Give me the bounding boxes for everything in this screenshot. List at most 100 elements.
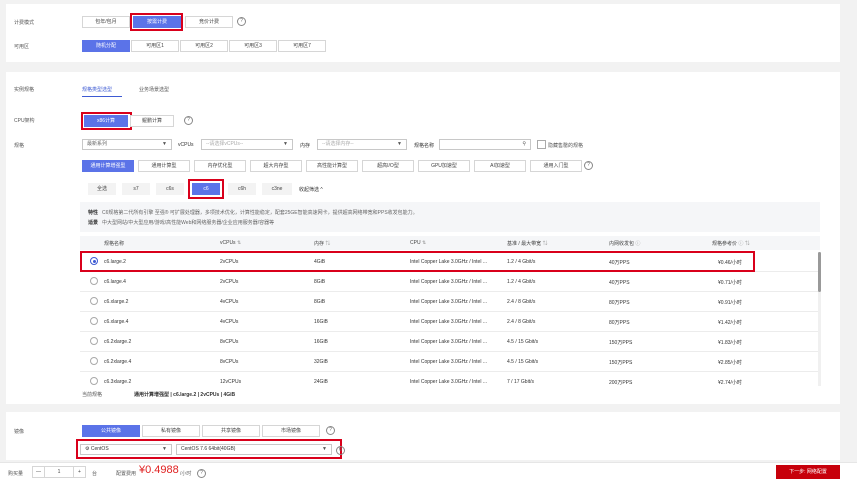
- row-vcpus: 4vCPUs: [220, 299, 239, 305]
- table-row[interactable]: c6.large.2 2vCPUs 4GiB Intel Copper Lake…: [80, 252, 820, 272]
- row-radio[interactable]: [90, 257, 98, 265]
- category-ai[interactable]: AI加速型: [474, 160, 526, 172]
- row-price: ¥2.74/小时: [718, 380, 742, 386]
- row-radio[interactable]: [90, 297, 98, 305]
- row-vcpus: 4vCPUs: [220, 319, 239, 325]
- help-icon: ⓘ: [635, 241, 641, 247]
- category-general-enhanced[interactable]: 通用计算增强型: [82, 160, 134, 172]
- chevron-down-icon: ▼: [322, 446, 327, 452]
- spec-name-input[interactable]: ⚲: [439, 139, 531, 150]
- zone-option-1[interactable]: 可用区1: [131, 40, 179, 52]
- column-header-pps[interactable]: 内网收发包 ⓘ: [609, 240, 640, 247]
- row-radio[interactable]: [90, 317, 98, 325]
- fee-unit: /小时: [180, 471, 192, 477]
- subfamily-c3ne[interactable]: c3ne: [262, 183, 292, 195]
- table-row[interactable]: c6.xlarge.4 4vCPUs 16GiB Intel Copper La…: [80, 312, 820, 332]
- collapse-filter-link[interactable]: 收起筛选 ^: [299, 186, 323, 193]
- row-radio[interactable]: [90, 277, 98, 285]
- row-radio[interactable]: [90, 377, 98, 385]
- column-header-memory[interactable]: 内存 ⇅: [314, 240, 330, 247]
- column-header-cpu-label: CPU: [410, 240, 421, 246]
- table-row[interactable]: c6.2xlarge.2 8vCPUs 16GiB Intel Copper L…: [80, 332, 820, 352]
- row-cpu: Intel Copper Lake 3.0GHz / Intel ...: [410, 379, 487, 385]
- quantity-plus-button[interactable]: +: [73, 466, 86, 478]
- next-network-config-button[interactable]: 下一步: 网络配置: [776, 465, 840, 479]
- row-pps: 40万PPS: [609, 280, 630, 286]
- image-tab-shared[interactable]: 共享镜像: [202, 425, 260, 437]
- category-general[interactable]: 通用计算型: [138, 160, 190, 172]
- vcpus-select[interactable]: --请选择vCPUs-- ▼: [201, 139, 293, 150]
- column-header-price[interactable]: 规格参考价 ⓘ ⇅: [712, 240, 750, 247]
- column-header-name: 规格名称: [104, 241, 125, 247]
- sort-icon: ⇅: [744, 241, 750, 247]
- cpu-arch-kunpeng[interactable]: 鲲鹏计算: [130, 115, 174, 127]
- chevron-down-icon: ▼: [283, 141, 288, 147]
- quantity-unit: 台: [92, 471, 98, 477]
- row-radio[interactable]: [90, 337, 98, 345]
- zone-option-3[interactable]: 可用区3: [229, 40, 277, 52]
- row-cpu: Intel Copper Lake 3.0GHz / Intel ...: [410, 299, 487, 305]
- column-header-bandwidth[interactable]: 基准 / 最大带宽 ⇅: [507, 240, 548, 247]
- row-vcpus: 2vCPUs: [220, 279, 239, 285]
- memory-select[interactable]: --请选择内存-- ▼: [317, 139, 407, 150]
- row-spec-name: c6.3xlarge.2: [104, 379, 132, 385]
- table-row[interactable]: c6.xlarge.2 4vCPUs 8GiB Intel Copper Lak…: [80, 292, 820, 312]
- chevron-down-icon: ▼: [162, 141, 167, 147]
- row-vcpus: 8vCPUs: [220, 359, 239, 365]
- billing-option-monthly[interactable]: 包年/包月: [82, 16, 130, 28]
- zone-option-random[interactable]: 随机分配: [82, 40, 130, 52]
- refresh-icon[interactable]: ↻: [336, 446, 345, 455]
- instance-label: 实例规格: [14, 87, 35, 93]
- cpu-arch-help-icon[interactable]: ?: [184, 116, 193, 125]
- billing-option-on-demand[interactable]: 按需计费: [133, 16, 181, 28]
- zone-option-7[interactable]: 可用区7: [278, 40, 326, 52]
- search-icon[interactable]: ⚲: [522, 140, 526, 149]
- image-tab-market[interactable]: 市场镜像: [262, 425, 320, 437]
- subfamily-s7[interactable]: s7: [122, 183, 150, 195]
- quantity-input[interactable]: 1: [44, 466, 74, 478]
- row-spec-name: c6.large.4: [104, 279, 126, 285]
- table-row[interactable]: c6.2xlarge.4 8vCPUs 32GiB Intel Copper L…: [80, 352, 820, 372]
- row-price: ¥0.46/小时: [718, 260, 742, 266]
- category-help-icon[interactable]: ?: [584, 161, 593, 170]
- row-bandwidth: 2.4 / 8 Gbit/s: [507, 319, 536, 325]
- billing-option-spot[interactable]: 竞价计费: [185, 16, 233, 28]
- column-header-vcpus[interactable]: vCPUs ⇅: [220, 240, 241, 246]
- subfamily-c6s[interactable]: c6s: [156, 183, 184, 195]
- cpu-arch-x86[interactable]: x86计算: [84, 115, 128, 127]
- tab-spec-type[interactable]: 规格类型选型: [82, 86, 112, 93]
- subfamily-c6h[interactable]: c6h: [228, 183, 256, 195]
- image-help-icon[interactable]: ?: [326, 426, 335, 435]
- row-cpu: Intel Copper Lake 3.0GHz / Intel ...: [410, 279, 487, 285]
- subfamily-c6[interactable]: c6: [192, 183, 220, 195]
- row-radio[interactable]: [90, 357, 98, 365]
- tab-business-scene[interactable]: 业务场景选型: [139, 86, 169, 93]
- table-row[interactable]: c6.3xlarge.2 12vCPUs 24GiB Intel Copper …: [80, 372, 820, 386]
- chevron-down-icon: ▼: [162, 446, 167, 452]
- table-row[interactable]: c6.large.4 2vCPUs 8GiB Intel Copper Lake…: [80, 272, 820, 292]
- memory-select-placeholder: --请选择内存--: [322, 141, 354, 147]
- series-select[interactable]: 最新系列 ▼: [82, 139, 172, 150]
- row-price: ¥0.71/小时: [718, 280, 742, 286]
- os-version-select[interactable]: CentOS 7.6 64bit(40GB) ▼: [176, 444, 332, 455]
- category-high-io[interactable]: 超高I/O型: [362, 160, 414, 172]
- table-scrollbar-thumb[interactable]: [818, 252, 821, 292]
- fee-help-icon[interactable]: ?: [197, 469, 206, 478]
- category-entry[interactable]: 通用入门型: [530, 160, 582, 172]
- zone-option-2[interactable]: 可用区2: [180, 40, 228, 52]
- row-price: ¥1.42/小时: [718, 320, 742, 326]
- billing-help-icon[interactable]: ?: [237, 17, 246, 26]
- row-memory: 16GiB: [314, 339, 328, 345]
- image-tab-public[interactable]: 公共镜像: [82, 425, 140, 437]
- sort-icon: ⇅: [542, 241, 548, 247]
- subfamily-all[interactable]: 全选: [88, 183, 116, 195]
- column-header-cpu[interactable]: CPU ⇅: [410, 240, 426, 246]
- category-memory-optimized[interactable]: 内存优化型: [194, 160, 246, 172]
- os-select[interactable]: ⚙ CentOS ▼: [80, 444, 172, 455]
- hide-soldout-checkbox[interactable]: [537, 140, 546, 149]
- category-hpc[interactable]: 高性能计算型: [306, 160, 358, 172]
- category-large-memory[interactable]: 超大内存型: [250, 160, 302, 172]
- row-cpu: Intel Copper Lake 3.0GHz / Intel ...: [410, 319, 487, 325]
- category-gpu[interactable]: GPU加速型: [418, 160, 470, 172]
- image-tab-private[interactable]: 私有镜像: [142, 425, 200, 437]
